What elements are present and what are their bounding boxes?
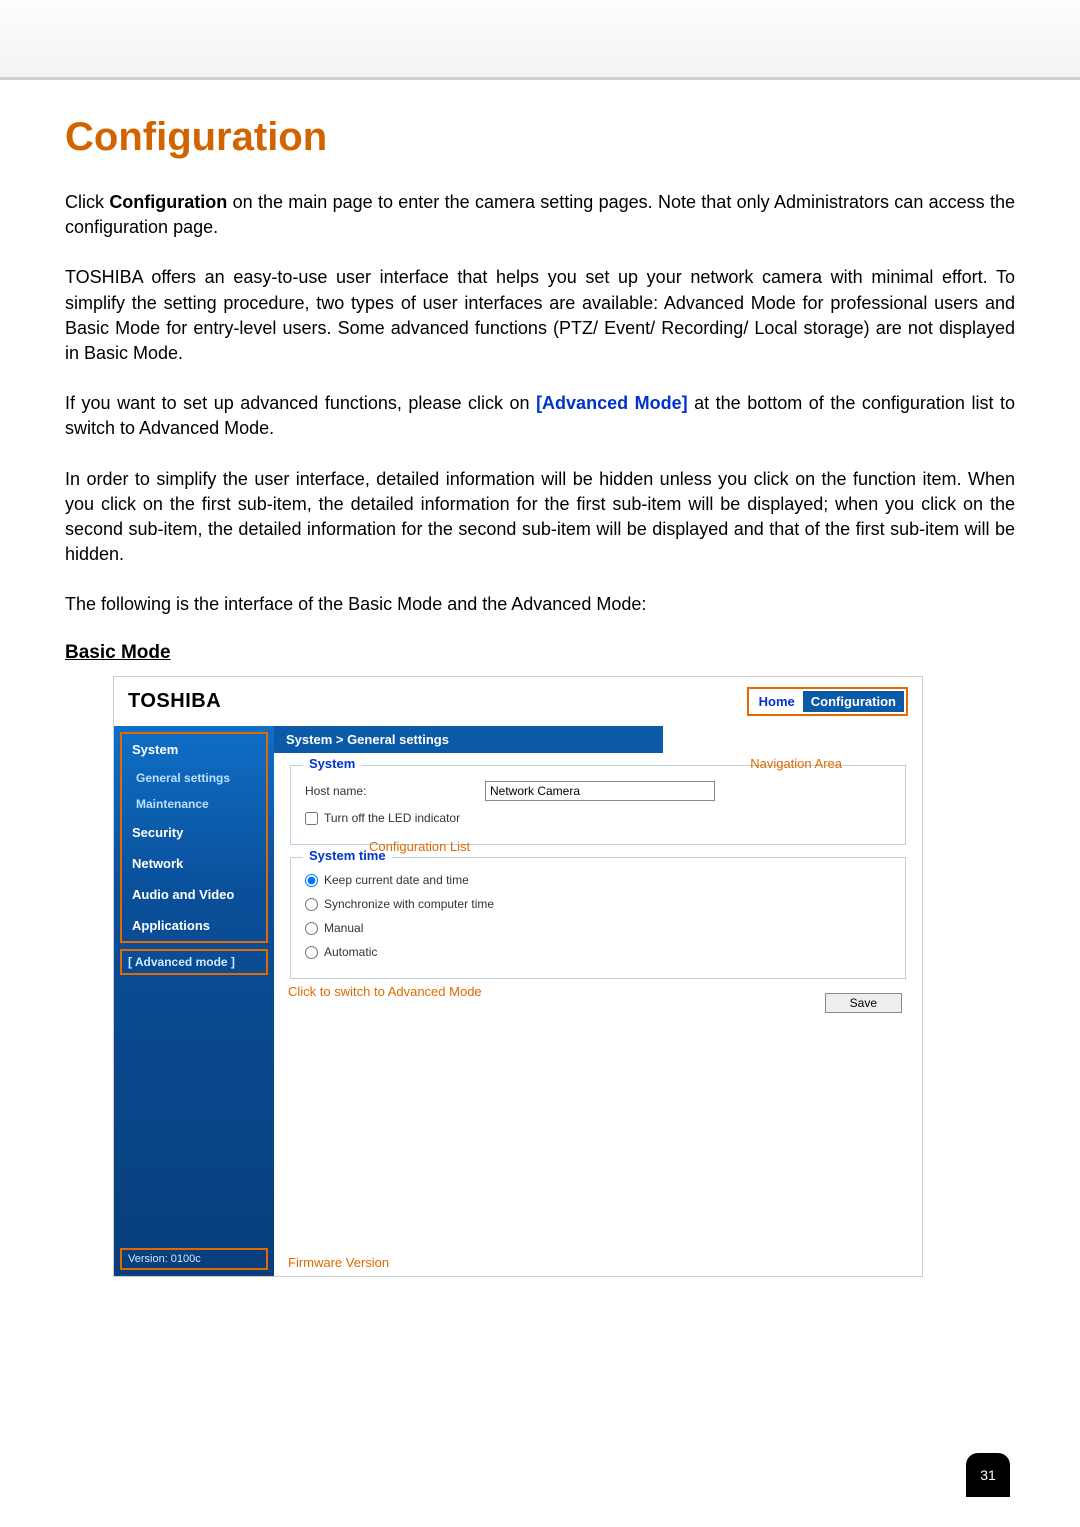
ui-screenshot: TOSHIBA Home Configuration System Genera… <box>113 676 923 1277</box>
subheading-basic-mode: Basic Mode <box>65 642 1015 664</box>
sidebar-advanced-mode-toggle[interactable]: [ Advanced mode ] <box>120 949 268 975</box>
advanced-mode-link-text: [Advanced Mode] <box>536 393 688 413</box>
sidebar-item-applications[interactable]: Applications <box>122 910 266 941</box>
radio-sync-time-label: Synchronize with computer time <box>324 897 494 911</box>
radio-sync-time[interactable] <box>305 898 318 911</box>
sidebar: System General settings Maintenance Secu… <box>114 726 274 1276</box>
paragraph-3: If you want to set up advanced functions… <box>65 391 1015 441</box>
text: Click <box>65 192 109 212</box>
nav-tabs: Home Configuration <box>747 687 908 716</box>
annotation-firmware-version: Firmware Version <box>288 1255 389 1270</box>
nav-home-tab[interactable]: Home <box>751 691 803 712</box>
text: If you want to set up advanced functions… <box>65 393 536 413</box>
radio-automatic-time[interactable] <box>305 946 318 959</box>
sidebar-item-audio-video[interactable]: Audio and Video <box>122 879 266 910</box>
paragraph-4: In order to simplify the user interface,… <box>65 467 1015 568</box>
ui-body: System General settings Maintenance Secu… <box>114 726 922 1276</box>
save-button[interactable]: Save <box>825 993 902 1013</box>
text-bold: Configuration <box>109 192 227 212</box>
host-name-label: Host name: <box>305 784 485 798</box>
ui-header: TOSHIBA Home Configuration <box>114 677 922 726</box>
radio-manual-time-label: Manual <box>324 921 363 935</box>
fieldset-time-legend: System time <box>303 848 392 863</box>
nav-configuration-tab[interactable]: Configuration <box>803 691 904 712</box>
fieldset-system: System Host name: Turn off the LED indic… <box>290 765 906 845</box>
fieldset-system-time: System time Keep current date and time S… <box>290 857 906 979</box>
main-panel: System > General settings System Host na… <box>274 726 922 1276</box>
led-indicator-checkbox[interactable] <box>305 812 318 825</box>
sidebar-item-security[interactable]: Security <box>122 817 266 848</box>
sidebar-item-general-settings[interactable]: General settings <box>122 765 266 791</box>
sidebar-firmware-version: Version: 0100c <box>120 1248 268 1270</box>
paragraph-5: The following is the interface of the Ba… <box>65 592 1015 617</box>
radio-automatic-time-label: Automatic <box>324 945 377 959</box>
paragraph-2: TOSHIBA offers an easy-to-use user inter… <box>65 265 1015 366</box>
document-top-bar <box>0 0 1080 80</box>
radio-keep-time-label: Keep current date and time <box>324 873 469 887</box>
sidebar-item-network[interactable]: Network <box>122 848 266 879</box>
annotation-switch-advanced: Click to switch to Advanced Mode <box>288 984 482 999</box>
document-page: Configuration Click Configuration on the… <box>0 80 1080 1337</box>
brand-logo: TOSHIBA <box>128 690 221 713</box>
host-name-input[interactable] <box>485 781 715 801</box>
sidebar-item-system[interactable]: System <box>122 734 266 765</box>
radio-manual-time[interactable] <box>305 922 318 935</box>
page-title: Configuration <box>65 115 1015 160</box>
led-indicator-label: Turn off the LED indicator <box>324 811 460 825</box>
page-number-badge: 31 <box>966 1453 1010 1497</box>
radio-keep-time[interactable] <box>305 874 318 887</box>
paragraph-1: Click Configuration on the main page to … <box>65 190 1015 240</box>
sidebar-group: System General settings Maintenance Secu… <box>120 732 268 943</box>
sidebar-item-maintenance[interactable]: Maintenance <box>122 791 266 817</box>
fieldset-system-legend: System <box>303 756 361 771</box>
breadcrumb: System > General settings <box>274 726 663 753</box>
